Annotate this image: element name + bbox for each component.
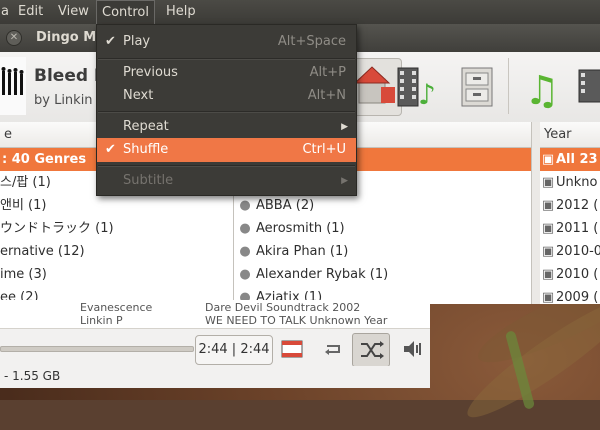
list-item[interactable]: ▣ All 23 (540, 148, 600, 171)
status-bar (0, 366, 430, 388)
track-artist: Evanescence (80, 301, 153, 314)
person-icon: ● (239, 267, 251, 282)
track-title: WE NEED TO TALK Unknown Year (205, 314, 388, 327)
person-icon: ● (239, 244, 251, 259)
list-item[interactable]: 앤비 (1) (0, 194, 233, 217)
calendar-icon: ▣ (541, 267, 555, 282)
menu-separator (98, 111, 355, 113)
menu-item-play[interactable]: ✔ Play Alt+Space (97, 30, 356, 54)
list-item[interactable]: ▣ 2010 ( (540, 263, 600, 286)
file-cabinet-icon[interactable] (452, 58, 502, 114)
control-menu: ✔ Play Alt+Space Previous Alt+P Next Alt… (96, 24, 357, 196)
album-art-image[interactable] (0, 57, 26, 115)
genre-header-label: e (4, 127, 12, 142)
calendar-icon: ▣ (541, 198, 555, 213)
list-item[interactable]: ● Aerosmith (1) (234, 217, 531, 240)
list-item[interactable]: ernative (12) (0, 240, 233, 263)
list-item[interactable]: ● Alexander Rybak (1) (234, 263, 531, 286)
list-item[interactable]: ● Akira Phan (1) (234, 240, 531, 263)
music-icon[interactable]: ♫ (518, 58, 568, 114)
list-item[interactable]: ウンドトラック (1) (0, 217, 233, 240)
list-item[interactable]: ▣ 2009 ( (540, 286, 600, 304)
menu-item-subtitle: Subtitle ▶ (97, 169, 356, 193)
year-list[interactable]: ▣ All 23 ▣ Unkno ▣ 2012 ( ▣ 2011 ( ▣ 2010-0 ▣… (540, 148, 600, 304)
track-artist: Linkin P (80, 314, 123, 327)
menubar: a Edit View Control Help (0, 0, 600, 24)
calendar-icon: ▣ (541, 244, 555, 259)
time-display[interactable]: 2:44 | 2:44 (195, 335, 273, 365)
menu-item-previous[interactable]: Previous Alt+P (97, 61, 356, 85)
video-library-icon[interactable] (575, 58, 600, 114)
menu-separator (98, 58, 355, 60)
playlist-view-icon[interactable] (280, 337, 304, 361)
repeat-icon[interactable] (322, 337, 346, 361)
list-item[interactable]: ▣ 2011 ( (540, 217, 600, 240)
scrollbar[interactable] (532, 122, 540, 304)
list-item[interactable]: ● ABBA (2) (234, 194, 531, 217)
menu-view[interactable]: View (53, 0, 94, 24)
video-icon[interactable]: ♪ (392, 58, 442, 114)
calendar-icon: ▣ (541, 290, 555, 304)
toolbar-divider (508, 58, 509, 114)
svg-text:♫: ♫ (524, 68, 560, 114)
now-playing-artist: by Linkin (34, 93, 93, 108)
menu-item-shuffle[interactable]: ✔ Shuffle Ctrl+U (97, 138, 356, 162)
checkmark-icon: ✔ (105, 34, 116, 49)
year-column-header[interactable]: Year (540, 122, 600, 148)
submenu-arrow-icon: ▶ (341, 122, 348, 132)
seek-slider[interactable] (0, 346, 194, 352)
shuffle-button[interactable] (352, 333, 390, 367)
list-item[interactable]: ime (3) (0, 263, 233, 286)
menu-help[interactable]: Help (161, 0, 201, 24)
now-playing-title: Bleed I (34, 66, 101, 86)
close-icon[interactable]: ✕ (6, 30, 22, 46)
svg-text:♪: ♪ (418, 78, 436, 111)
track-album: Dare Devil Soundtrack 2002 (205, 301, 361, 314)
menu-separator (98, 165, 355, 167)
volume-icon[interactable] (400, 337, 424, 361)
year-header-label: Year (544, 127, 572, 142)
calendar-icon: ▣ (541, 175, 555, 190)
calendar-icon: ▣ (541, 152, 555, 167)
menu-item-next[interactable]: Next Alt+N (97, 84, 356, 108)
menu-control[interactable]: Control (96, 0, 155, 24)
list-item[interactable]: ▣ 2010-0 (540, 240, 600, 263)
list-item[interactable]: ▣ 2012 ( (540, 194, 600, 217)
table-row[interactable]: Linkin P WE NEED TO TALK Unknown Year (0, 314, 430, 328)
list-item[interactable]: ▣ Unkno (540, 171, 600, 194)
checkmark-icon: ✔ (105, 142, 116, 157)
submenu-arrow-icon: ▶ (341, 176, 348, 186)
person-icon: ● (239, 198, 251, 213)
calendar-icon: ▣ (541, 221, 555, 236)
menu-edit[interactable]: Edit (13, 0, 48, 24)
menu-file[interactable]: a (0, 0, 14, 24)
person-icon: ● (239, 221, 251, 236)
library-size-label: - 1.55 GB (4, 369, 61, 383)
menu-item-repeat[interactable]: Repeat ▶ (97, 115, 356, 139)
